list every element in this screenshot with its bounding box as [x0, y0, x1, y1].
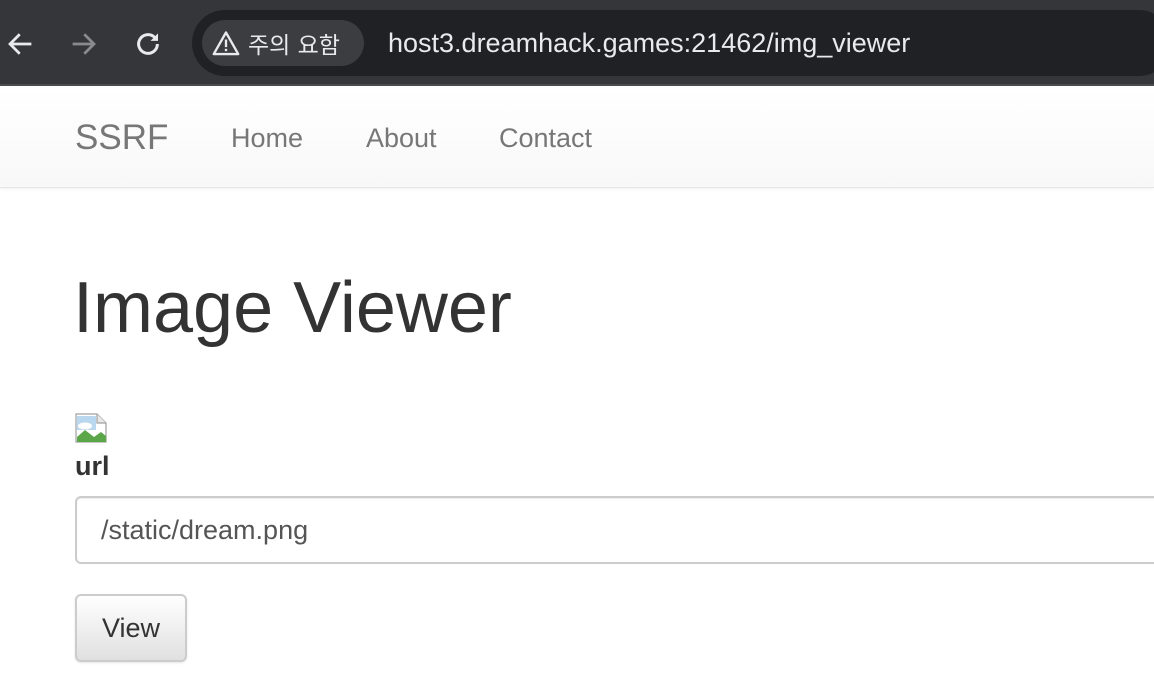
navbar-brand[interactable]: SSRF [75, 118, 168, 158]
browser-toolbar: 주의 요함 host3.dreamhack.games:21462/img_vi… [0, 0, 1154, 86]
nav-link-about[interactable]: About [366, 121, 437, 155]
security-label: 주의 요함 [248, 33, 340, 59]
url-input[interactable] [75, 496, 1154, 564]
url-text[interactable]: host3.dreamhack.games:21462/img_viewer [388, 27, 910, 59]
warning-triangle-icon [212, 30, 240, 56]
security-indicator[interactable]: 주의 요함 [202, 20, 364, 66]
broken-image-icon [75, 413, 107, 443]
url-label: url [75, 451, 110, 481]
reload-button[interactable] [128, 24, 168, 64]
nav-link-contact[interactable]: Contact [499, 121, 592, 155]
address-bar[interactable]: 주의 요함 host3.dreamhack.games:21462/img_vi… [192, 10, 1154, 76]
view-button[interactable]: View [75, 594, 187, 662]
arrow-right-icon [72, 33, 96, 55]
page-title: Image Viewer [73, 268, 512, 348]
site-navbar: SSRF Home About Contact [0, 88, 1154, 188]
forward-button[interactable] [64, 24, 104, 64]
reload-icon [137, 33, 159, 55]
nav-link-home[interactable]: Home [231, 121, 303, 155]
back-button[interactable] [0, 24, 40, 64]
arrow-left-icon [8, 33, 32, 55]
